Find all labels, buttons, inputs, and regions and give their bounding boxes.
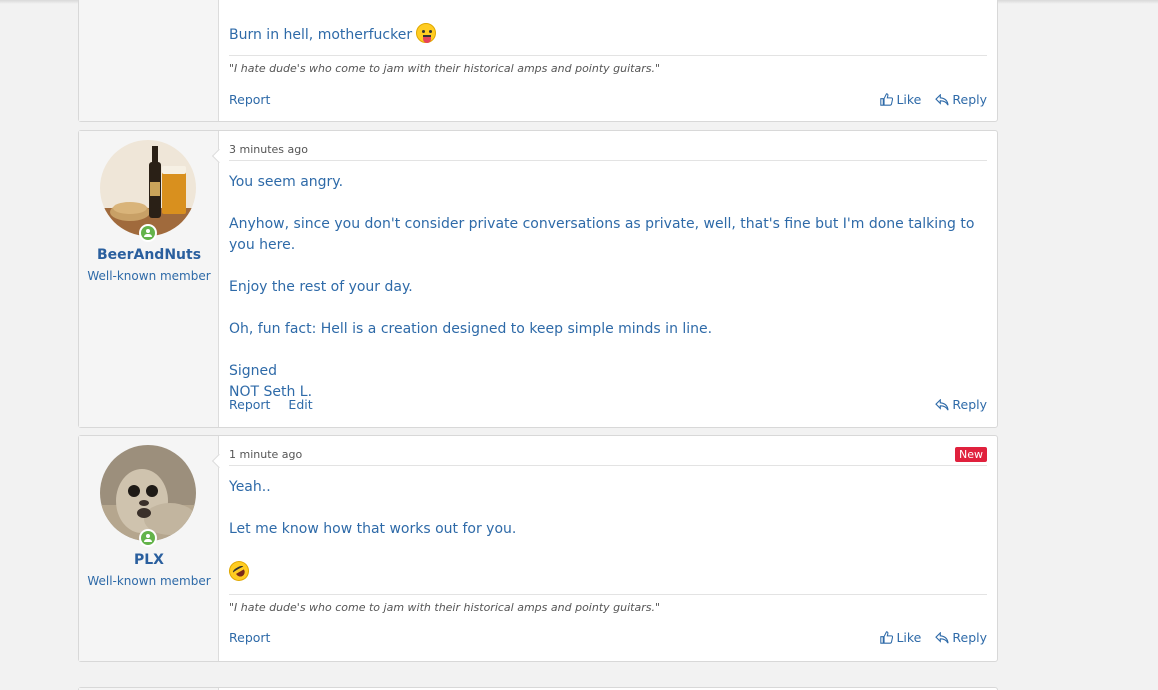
thumbs-up-icon <box>880 631 894 644</box>
post-2-body: You seem angry. Anyhow, since you don't … <box>229 172 987 403</box>
online-status-icon <box>139 529 157 547</box>
like-label: Like <box>896 92 922 107</box>
report-button[interactable]: Report <box>229 92 270 107</box>
thumbs-up-icon <box>880 93 894 106</box>
like-button[interactable]: Like <box>880 92 921 107</box>
paragraph: Oh, fun fact: Hell is a creation designe… <box>229 321 713 337</box>
like-button[interactable]: Like <box>880 630 921 645</box>
report-button[interactable]: Report <box>229 397 270 412</box>
reply-button[interactable]: Reply <box>935 397 987 412</box>
reply-label: Reply <box>952 630 987 645</box>
avatar[interactable] <box>100 140 196 236</box>
reply-label: Reply <box>952 397 987 412</box>
beer-avatar-image <box>100 140 196 236</box>
avatar[interactable] <box>100 445 196 541</box>
post-1-actions: Report Like Reply <box>229 92 987 107</box>
post-3-actions: Report Like Reply <box>229 630 987 645</box>
new-badge: New <box>955 447 987 462</box>
post-1-content: Burn in hell, motherfucker "I hate dude'… <box>229 0 987 121</box>
reply-label: Reply <box>952 92 987 107</box>
post-2-content: 3 minutes ago You seem angry. Anyhow, si… <box>229 131 987 427</box>
paragraph: Let me know how that works out for you. <box>229 521 517 537</box>
user-title: Well-known member <box>87 269 211 283</box>
reply-icon <box>935 398 949 410</box>
post-timestamp[interactable]: 3 minutes ago <box>229 143 308 156</box>
username[interactable]: PLX <box>79 552 219 568</box>
post-timestamp[interactable]: 1 minute ago <box>229 448 302 461</box>
reply-icon <box>935 93 949 105</box>
post-1: Burn in hell, motherfucker "I hate dude'… <box>78 0 998 122</box>
post-1-user-column <box>79 0 219 121</box>
post-3-signature: "I hate dude's who come to jam with thei… <box>229 594 987 614</box>
like-label: Like <box>896 630 922 645</box>
stuck-out-tongue-emoji-icon <box>416 23 437 43</box>
post-2: BeerAndNuts Well-known member 3 minutes … <box>78 130 998 428</box>
signed-line: Signed <box>229 363 278 379</box>
paragraph: Yeah.. <box>229 479 271 495</box>
post-1-signature: "I hate dude's who come to jam with thei… <box>229 55 987 75</box>
edit-button[interactable]: Edit <box>288 397 312 412</box>
paragraph: Enjoy the rest of your day. <box>229 279 413 295</box>
username[interactable]: BeerAndNuts <box>79 247 219 263</box>
reply-icon <box>935 631 949 643</box>
post-3-content: 1 minute ago New Yeah.. Let me know how … <box>225 436 987 661</box>
rofl-emoji-icon <box>225 557 253 585</box>
reply-button[interactable]: Reply <box>935 92 987 107</box>
paragraph: You seem angry. <box>229 174 344 190</box>
reply-button[interactable]: Reply <box>935 630 987 645</box>
post-3-user-column: PLX Well-known member <box>79 436 219 661</box>
post-2-actions: Report Edit Reply <box>229 397 987 412</box>
paragraph: Anyhow, since you don't consider private… <box>229 216 975 253</box>
post-2-user-column: BeerAndNuts Well-known member <box>79 131 219 427</box>
report-button[interactable]: Report <box>229 630 270 645</box>
post-3-meta: 1 minute ago New <box>229 447 987 466</box>
seal-avatar-image <box>100 445 196 541</box>
online-status-icon <box>139 224 157 242</box>
post-1-body: Burn in hell, motherfucker <box>229 23 987 46</box>
post-2-meta: 3 minutes ago <box>229 143 987 161</box>
post-3: PLX Well-known member 1 minute ago New Y… <box>78 435 998 662</box>
user-title: Well-known member <box>87 574 211 588</box>
post-1-text: Burn in hell, motherfucker <box>229 27 413 43</box>
post-3-body: Yeah.. Let me know how that works out fo… <box>225 477 987 585</box>
